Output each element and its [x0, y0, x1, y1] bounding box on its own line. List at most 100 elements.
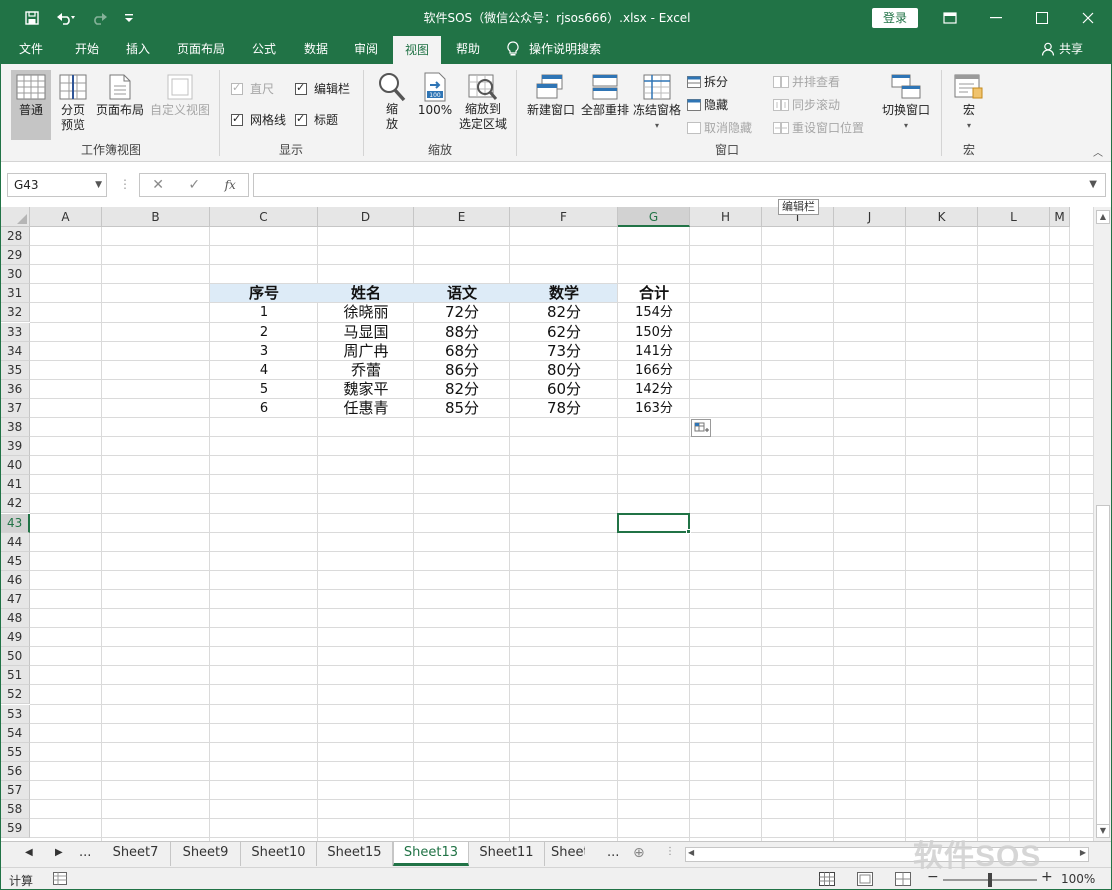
login-button[interactable]: 登录: [872, 8, 918, 28]
confirm-entry-icon[interactable]: ✓: [188, 177, 200, 193]
table-data-cell[interactable]: 1: [210, 303, 318, 322]
table-data-cell[interactable]: 5: [210, 380, 318, 399]
table-header-cell[interactable]: 语文: [414, 284, 510, 303]
row-header-51[interactable]: 51: [1, 666, 30, 686]
formula-bar-grip-icon[interactable]: ⋮: [119, 177, 131, 191]
row-header-54[interactable]: 54: [1, 723, 30, 743]
name-box-dropdown-icon[interactable]: ▼: [95, 174, 102, 196]
column-header-e[interactable]: E: [414, 207, 510, 227]
sheet-tab-sheet11[interactable]: Sheet11: [469, 842, 545, 866]
table-data-cell[interactable]: 62分: [510, 323, 618, 342]
split-button[interactable]: 拆分: [687, 73, 728, 90]
macros-button[interactable]: 宏 ▾: [949, 70, 989, 140]
row-header-39[interactable]: 39: [1, 437, 30, 457]
column-header-j[interactable]: J: [834, 207, 906, 227]
row-header-48[interactable]: 48: [1, 609, 30, 629]
column-header-g[interactable]: G: [618, 207, 690, 227]
row-header-29[interactable]: 29: [1, 246, 30, 266]
row-header-47[interactable]: 47: [1, 589, 30, 609]
sync-scroll-button[interactable]: 同步滚动: [773, 96, 840, 113]
table-data-cell[interactable]: 3: [210, 342, 318, 361]
page-layout-view-button[interactable]: 页面布局: [93, 70, 147, 140]
row-header-32[interactable]: 32: [1, 303, 30, 323]
table-data-cell[interactable]: 142分: [618, 380, 690, 399]
row-header-50[interactable]: 50: [1, 647, 30, 667]
table-data-cell[interactable]: 6: [210, 399, 318, 418]
row-header-53[interactable]: 53: [1, 704, 30, 724]
reset-window-position-button[interactable]: 重设窗口位置: [773, 119, 864, 136]
vertical-scroll-thumb[interactable]: [1096, 505, 1110, 825]
table-data-cell[interactable]: 周广冉: [318, 342, 414, 361]
prev-sheet-icon[interactable]: ◀: [25, 847, 33, 858]
worksheet-grid[interactable]: ABCDEFGHIJKLM 28 29 30 31 32 33 34 35 36 37 38 39 40…: [1, 207, 1093, 841]
table-data-cell[interactable]: 85分: [414, 399, 510, 418]
column-header-f[interactable]: F: [510, 207, 618, 227]
row-header-57[interactable]: 57: [1, 780, 30, 800]
collapse-ribbon-icon[interactable]: ︿: [1091, 146, 1105, 161]
row-header-31[interactable]: 31: [1, 284, 30, 304]
sheet-tab-sheet15[interactable]: Sheet15: [317, 842, 393, 866]
column-header-l[interactable]: L: [978, 207, 1050, 227]
tab-review[interactable]: 审阅: [343, 34, 389, 64]
zoom-level-label[interactable]: 100%: [1061, 872, 1095, 886]
column-header-k[interactable]: K: [906, 207, 978, 227]
row-header-46[interactable]: 46: [1, 570, 30, 590]
unhide-button[interactable]: 取消隐藏: [687, 119, 752, 136]
column-header-c[interactable]: C: [210, 207, 318, 227]
row-header-59[interactable]: 59: [1, 819, 30, 839]
page-layout-status-icon[interactable]: [857, 872, 873, 889]
insert-function-icon[interactable]: fx: [225, 178, 236, 192]
zoom-100-button[interactable]: 100 100%: [415, 70, 455, 140]
table-data-cell[interactable]: 魏家平: [318, 380, 414, 399]
row-header-40[interactable]: 40: [1, 456, 30, 476]
cancel-entry-icon[interactable]: ✕: [152, 177, 164, 193]
fill-handle[interactable]: [686, 528, 691, 534]
freeze-panes-button[interactable]: 冻结窗格 ▾: [631, 70, 683, 140]
tab-split-grip-icon[interactable]: ⋮: [665, 846, 675, 857]
next-sheet-icon[interactable]: ▶: [55, 847, 63, 858]
table-data-cell[interactable]: 163分: [618, 399, 690, 418]
table-data-cell[interactable]: 2: [210, 323, 318, 342]
row-header-34[interactable]: 34: [1, 341, 30, 361]
row-header-49[interactable]: 49: [1, 628, 30, 648]
close-icon[interactable]: [1065, 1, 1111, 34]
more-sheets-left[interactable]: ...: [79, 845, 91, 860]
row-header-55[interactable]: 55: [1, 742, 30, 762]
new-sheet-icon[interactable]: ⊕: [633, 845, 645, 861]
table-header-cell[interactable]: 合计: [618, 284, 690, 303]
active-cell-selection[interactable]: [617, 512, 690, 533]
scroll-up-icon[interactable]: ▲: [1096, 210, 1110, 224]
sheet-tab-sheet7[interactable]: Sheet7: [101, 842, 171, 866]
table-data-cell[interactable]: 乔蕾: [318, 361, 414, 380]
table-data-cell[interactable]: 166分: [618, 361, 690, 380]
sheet-tab-sheet10[interactable]: Sheet10: [241, 842, 317, 866]
table-header-cell[interactable]: 姓名: [318, 284, 414, 303]
tab-formulas[interactable]: 公式: [241, 34, 287, 64]
column-header-b[interactable]: B: [102, 207, 210, 227]
tab-insert[interactable]: 插入: [115, 34, 161, 64]
tab-home[interactable]: 开始: [63, 34, 111, 64]
zoom-slider-thumb[interactable]: [988, 873, 992, 887]
column-header-d[interactable]: D: [318, 207, 414, 227]
table-data-cell[interactable]: 78分: [510, 399, 618, 418]
arrange-all-button[interactable]: 全部重排: [579, 70, 631, 140]
table-data-cell[interactable]: 150分: [618, 323, 690, 342]
sheet-tab-sheet1[interactable]: Sheet1: [545, 842, 585, 866]
share-button[interactable]: 共享: [1041, 34, 1083, 64]
save-icon[interactable]: [21, 7, 43, 29]
headings-checkbox[interactable]: 标题: [295, 111, 338, 128]
name-box[interactable]: G43 ▼: [7, 173, 107, 197]
page-setup-icon[interactable]: [53, 872, 67, 888]
zoom-button[interactable]: 缩 放: [373, 70, 411, 140]
page-break-status-icon[interactable]: [895, 872, 911, 889]
tell-me-search[interactable]: 操作说明搜索: [507, 34, 601, 64]
customize-qat-icon[interactable]: [121, 7, 137, 29]
table-data-cell[interactable]: 马显国: [318, 323, 414, 342]
redo-icon[interactable]: [87, 7, 117, 29]
table-data-cell[interactable]: 80分: [510, 361, 618, 380]
table-data-cell[interactable]: 72分: [414, 303, 510, 322]
zoom-to-selection-button[interactable]: 缩放到 选定区域: [457, 70, 509, 140]
zoom-in-icon[interactable]: +: [1041, 869, 1053, 885]
formula-input[interactable]: ▼: [253, 173, 1106, 197]
row-header-28[interactable]: 28: [1, 227, 30, 247]
